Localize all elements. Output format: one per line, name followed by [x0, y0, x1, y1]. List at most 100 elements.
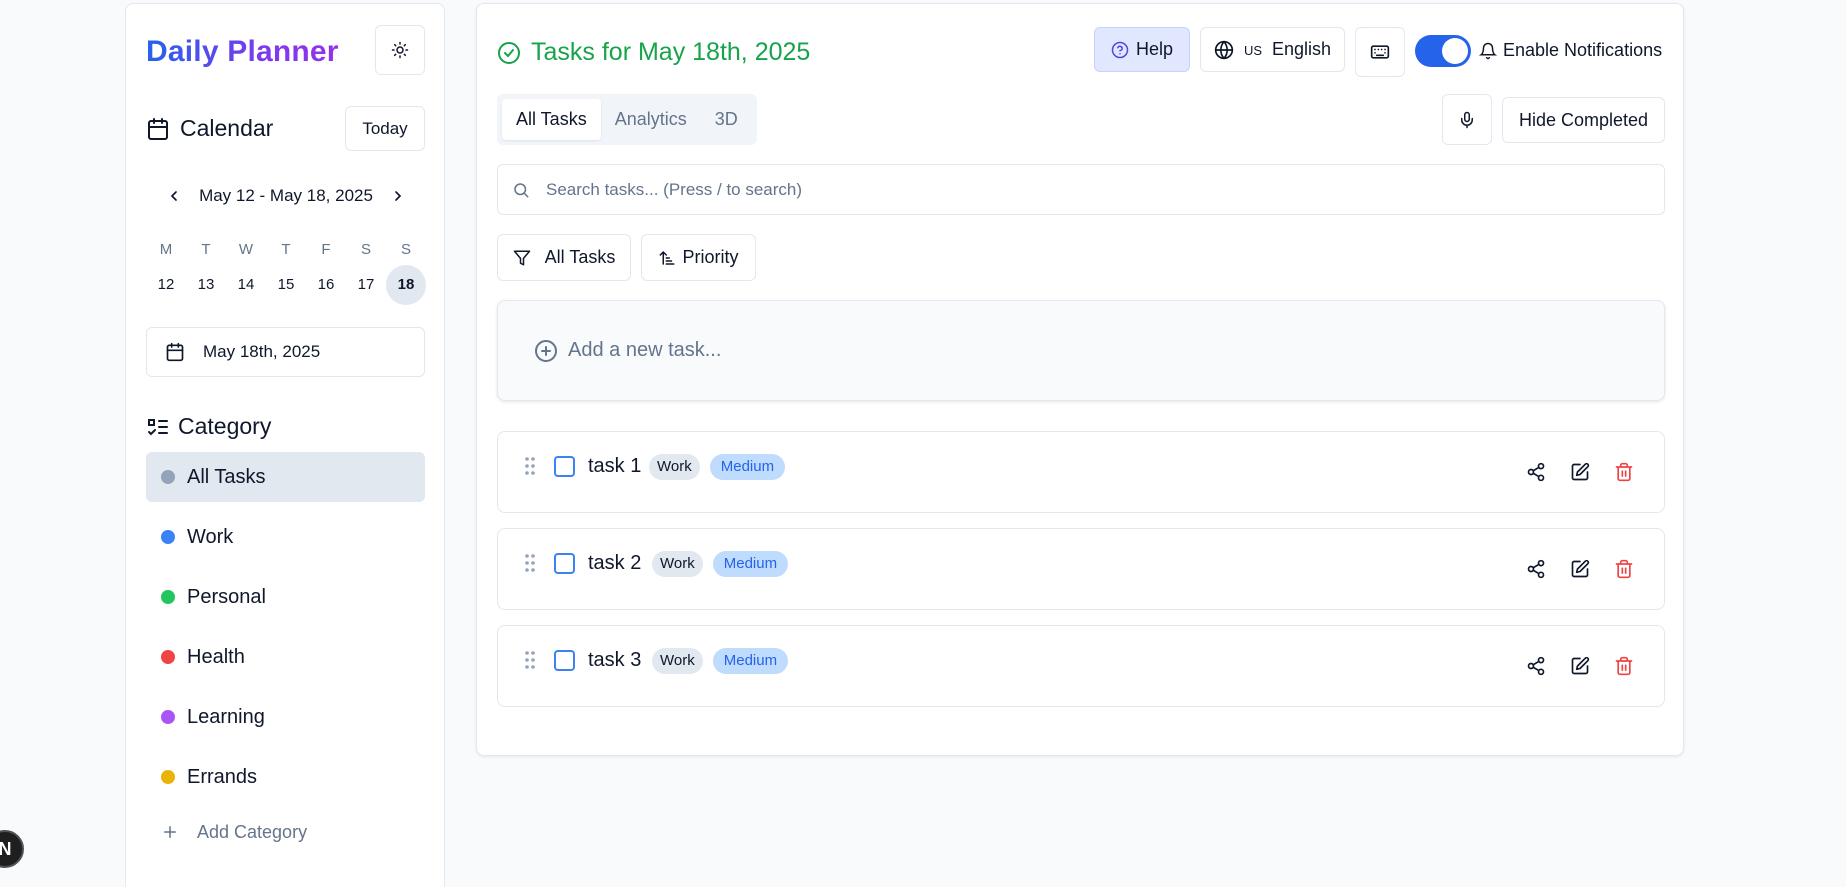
- category-badge: Work: [652, 551, 703, 577]
- category-item-learning[interactable]: Learning: [146, 692, 425, 742]
- category-dot: [161, 590, 175, 604]
- sort-button[interactable]: Priority: [641, 234, 756, 281]
- category-item-errands[interactable]: Errands: [146, 752, 425, 802]
- category-dot: [161, 650, 175, 664]
- drag-handle-icon[interactable]: [524, 650, 536, 670]
- edit-icon[interactable]: [1570, 559, 1590, 579]
- filter-label: All Tasks: [544, 247, 616, 267]
- bell-icon: [1479, 42, 1497, 60]
- language-select[interactable]: US English: [1200, 27, 1345, 72]
- priority-badge: Medium: [712, 648, 789, 674]
- task-actions: [1526, 559, 1634, 579]
- task-name: task 2: [588, 552, 642, 574]
- category-header: Category: [146, 413, 271, 440]
- enable-notifications-button[interactable]: Enable Notifications: [1479, 40, 1662, 61]
- category-item-all-tasks[interactable]: All Tasks: [146, 452, 425, 502]
- share-icon[interactable]: [1526, 559, 1546, 579]
- list-checks-icon: [146, 415, 170, 439]
- date-picker-field[interactable]: May 18th, 2025: [146, 327, 425, 377]
- search-bar: [497, 164, 1665, 215]
- tab-analytics[interactable]: Analytics: [601, 99, 701, 140]
- weekday-label: S: [360, 241, 371, 258]
- filter-icon: [513, 249, 531, 267]
- weekday-label: M: [159, 241, 173, 258]
- category-label: Personal: [187, 585, 266, 608]
- add-task-input[interactable]: Add a new task...: [497, 300, 1665, 401]
- priority-badge: Medium: [709, 454, 786, 480]
- search-icon: [512, 181, 530, 199]
- category-dot: [161, 770, 175, 784]
- day-cell-selected[interactable]: 18: [386, 265, 426, 305]
- task-list: task 1 Work Medium task 2 Work Medium ta…: [497, 431, 1665, 722]
- help-circle-icon: [1111, 41, 1129, 59]
- notifications-toggle[interactable]: [1415, 35, 1471, 67]
- drag-handle-icon[interactable]: [524, 456, 536, 476]
- hide-completed-button[interactable]: Hide Completed: [1502, 97, 1665, 143]
- voice-input-button[interactable]: [1442, 94, 1492, 145]
- share-icon[interactable]: [1526, 656, 1546, 676]
- day-cell[interactable]: 17: [346, 265, 386, 305]
- task-name: task 1: [588, 455, 642, 477]
- category-item-personal[interactable]: Personal: [146, 572, 425, 622]
- microphone-icon: [1458, 111, 1476, 129]
- weekday-label: F: [321, 241, 331, 258]
- day-cell[interactable]: 13: [186, 265, 226, 305]
- prev-week-button[interactable]: [162, 184, 186, 208]
- drag-handle-icon[interactable]: [524, 553, 536, 573]
- add-category-button[interactable]: Add Category: [146, 812, 425, 852]
- plus-circle-icon: [534, 339, 558, 363]
- calendar-title: Calendar: [180, 115, 274, 141]
- task-checkbox[interactable]: [554, 456, 575, 477]
- app-brand: Daily Planner: [146, 35, 339, 68]
- category-badge: Work: [652, 648, 703, 674]
- page-title: Tasks for May 18th, 2025: [497, 38, 810, 67]
- tab-3d[interactable]: 3D: [701, 99, 752, 140]
- day-cell[interactable]: 16: [306, 265, 346, 305]
- plus-icon: [161, 823, 179, 841]
- task-checkbox[interactable]: [554, 650, 575, 671]
- week-range-label: May 12 - May 18, 2025: [199, 186, 373, 205]
- calendar-header: Calendar: [146, 115, 273, 142]
- trash-icon[interactable]: [1614, 656, 1634, 676]
- edit-icon[interactable]: [1570, 656, 1590, 676]
- task-row: task 1 Work Medium: [497, 431, 1665, 513]
- category-item-health[interactable]: Health: [146, 632, 425, 682]
- filter-button[interactable]: All Tasks: [497, 234, 631, 281]
- tab-all-tasks[interactable]: All Tasks: [502, 99, 601, 140]
- weekday-label: T: [281, 241, 291, 258]
- search-input[interactable]: [546, 179, 1626, 200]
- today-button[interactable]: Today: [345, 106, 425, 151]
- weekday-label: S: [400, 241, 411, 258]
- language-code: US: [1243, 43, 1262, 58]
- check-circle-icon: [497, 41, 521, 65]
- day-cell[interactable]: 14: [226, 265, 266, 305]
- language-label: English: [1272, 39, 1332, 59]
- category-list: All Tasks Work Personal Health Learning …: [146, 452, 425, 852]
- category-badge: Work: [649, 454, 700, 480]
- share-icon[interactable]: [1526, 462, 1546, 482]
- day-cell[interactable]: 12: [146, 265, 186, 305]
- task-name: task 3: [588, 649, 642, 671]
- task-badges: Work Medium: [652, 648, 789, 674]
- keyboard-shortcuts-button[interactable]: [1355, 27, 1405, 77]
- theme-toggle-button[interactable]: [375, 25, 425, 75]
- category-item-work[interactable]: Work: [146, 512, 425, 562]
- trash-icon[interactable]: [1614, 559, 1634, 579]
- help-label: Help: [1135, 39, 1174, 59]
- add-task-placeholder: Add a new task...: [568, 339, 722, 361]
- task-checkbox[interactable]: [554, 553, 575, 574]
- edit-icon[interactable]: [1570, 462, 1590, 482]
- floating-app-badge[interactable]: N: [0, 830, 24, 868]
- task-actions: [1526, 462, 1634, 482]
- help-button[interactable]: Help: [1094, 27, 1190, 72]
- task-badges: Work Medium: [649, 454, 786, 480]
- fab-letter: N: [0, 838, 12, 859]
- category-title: Category: [178, 413, 272, 439]
- day-cell[interactable]: 15: [266, 265, 306, 305]
- view-tabs: All Tasks Analytics 3D: [497, 94, 757, 145]
- trash-icon[interactable]: [1614, 462, 1634, 482]
- next-week-button[interactable]: [386, 184, 410, 208]
- week-grid: M T W T F S S 12 13 14 15 16 17 18: [146, 241, 426, 305]
- chevron-left-icon: [166, 188, 182, 204]
- category-dot: [161, 710, 175, 724]
